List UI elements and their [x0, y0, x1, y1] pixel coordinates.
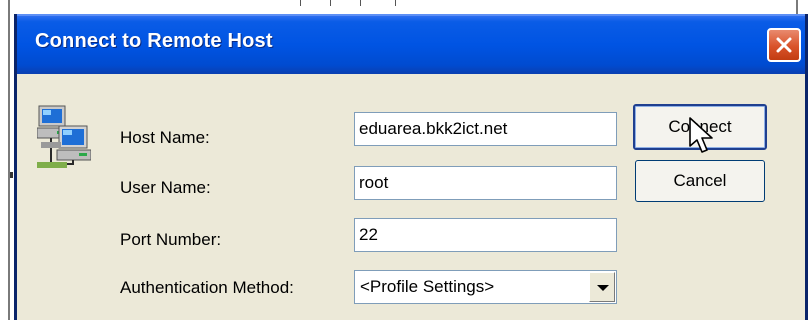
background-window-edge [8, 0, 10, 320]
background-tick [395, 0, 396, 6]
user-name-field[interactable]: root [354, 166, 617, 200]
dialog-body: Host Name: eduarea.bkk2ict.net User Name… [17, 74, 805, 320]
close-button[interactable] [767, 28, 801, 62]
port-number-label: Port Number: [120, 230, 222, 249]
connect-dialog: Connect to Remote Host Host Name: eduare… [14, 14, 808, 320]
auth-method-label: Authentication Method: [120, 278, 294, 297]
host-name-label: Host Name: [120, 128, 210, 147]
background-window-strip [0, 0, 808, 14]
chevron-down-icon[interactable] [589, 272, 615, 302]
mouse-pointer-icon [689, 117, 713, 153]
background-tick [300, 0, 301, 6]
host-name-field[interactable]: eduarea.bkk2ict.net [354, 112, 617, 146]
cancel-button[interactable]: Cancel [635, 160, 765, 202]
close-icon [776, 37, 792, 53]
port-number-field[interactable]: 22 [354, 218, 617, 252]
background-mark [10, 172, 13, 178]
cancel-button-label: Cancel [673, 171, 727, 190]
title-bar[interactable]: Connect to Remote Host [17, 14, 805, 74]
networked-computers-icon [37, 105, 91, 168]
auth-method-select[interactable]: <Profile Settings> [354, 270, 617, 304]
auth-method-value: <Profile Settings> [360, 277, 495, 296]
dialog-title: Connect to Remote Host [35, 30, 273, 52]
user-name-label: User Name: [120, 178, 211, 197]
background-tick [330, 0, 331, 6]
background-tick [360, 0, 361, 6]
